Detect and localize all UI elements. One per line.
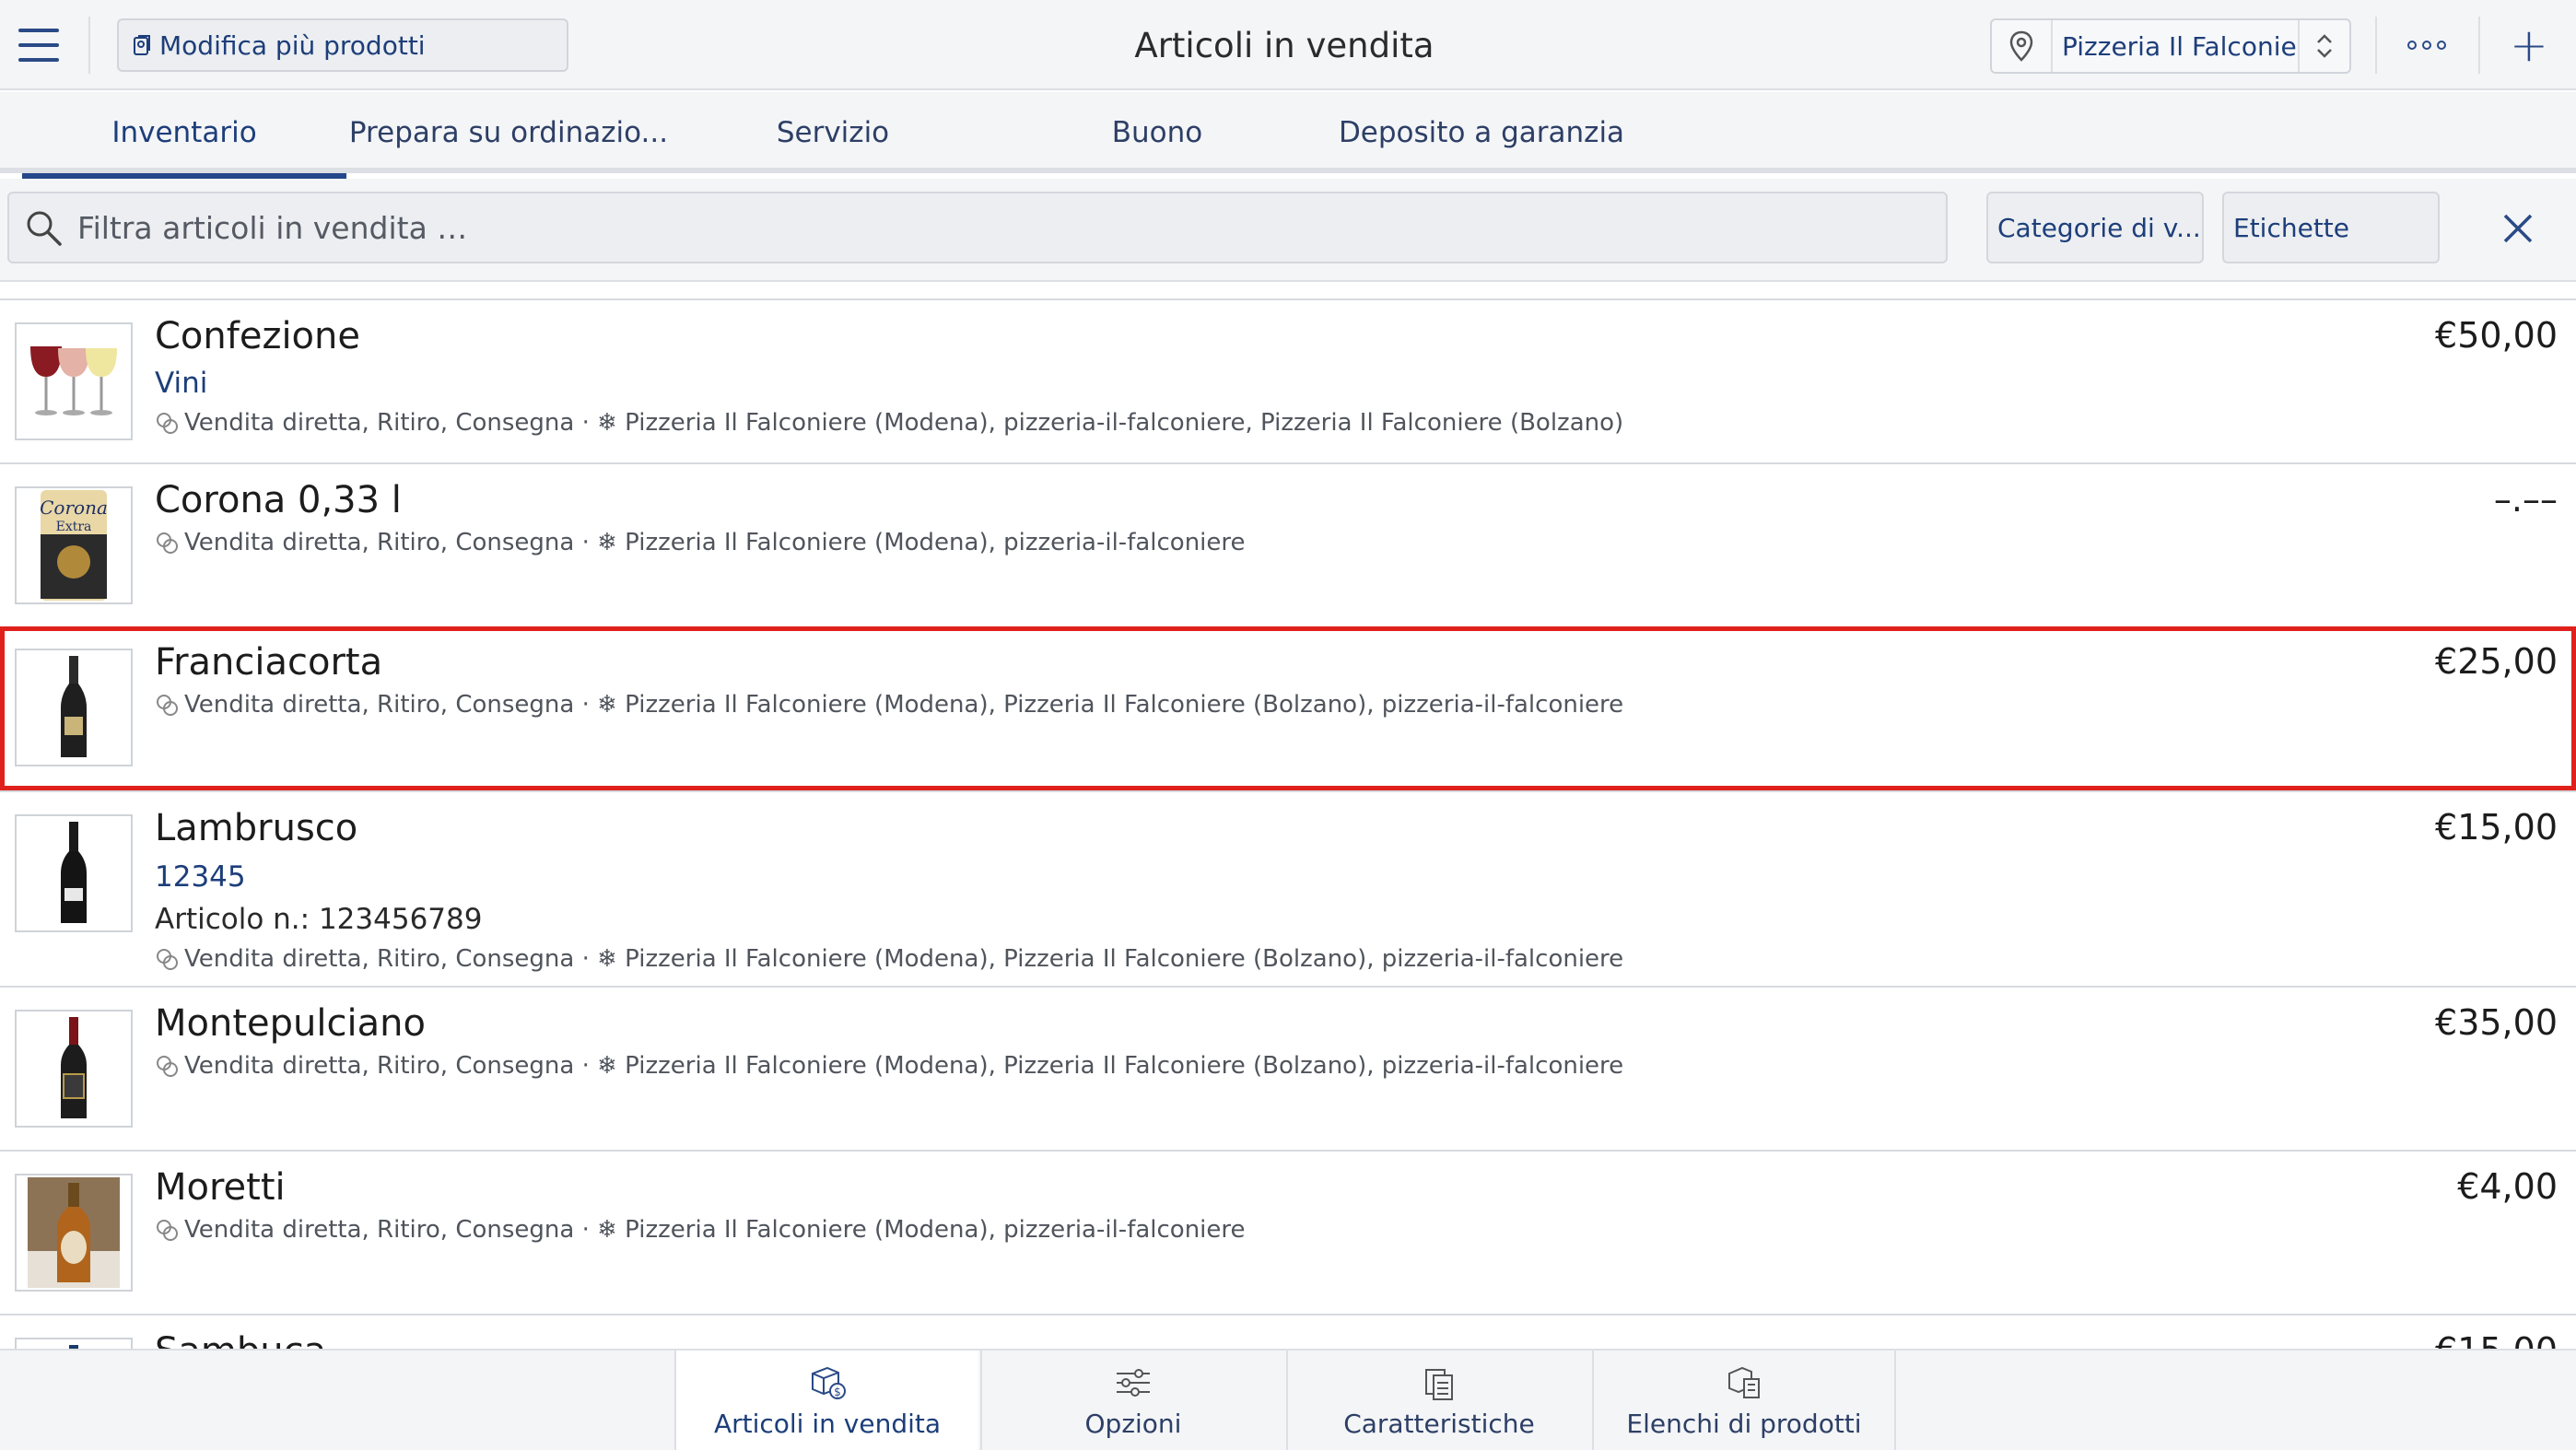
list-item[interactable]: Corona Extra Corona 0,33 l Vendita diret… — [0, 462, 2576, 626]
search-field[interactable] — [7, 192, 1948, 263]
product-list: Confezione Vini Vendita diretta, Ritiro,… — [0, 298, 2576, 1349]
product-price: €15,00 — [2435, 1330, 2558, 1349]
filter-bar: Categorie di v... Etichette — [0, 179, 2576, 282]
product-meta-text: Vendita diretta, Ritiro, Consegna · ❄ Pi… — [184, 1216, 1246, 1244]
search-input[interactable] — [77, 209, 1946, 246]
product-meta: Vendita diretta, Ritiro, Consegna · ❄ Pi… — [155, 1216, 1246, 1244]
product-name: Montepulciano — [155, 1002, 426, 1045]
category-tabs: Inventario Prepara su ordinazio... Servi… — [0, 92, 2576, 179]
product-meta-text: Vendita diretta, Ritiro, Consegna · ❄ Pi… — [184, 945, 1624, 973]
sliders-icon — [1117, 1368, 1150, 1397]
tab-buono[interactable]: Buono — [995, 92, 1319, 173]
tab-prepara-su-ordinazione[interactable]: Prepara su ordinazio... — [346, 92, 671, 173]
channels-icon — [157, 1056, 178, 1077]
product-image-red-wine-bottle — [15, 1010, 133, 1128]
more-dots-icon[interactable] — [2390, 25, 2464, 65]
box-coin-icon: $ — [812, 1366, 846, 1399]
product-meta: Vendita diretta, Ritiro, Consegna · ❄ Pi… — [155, 1052, 1623, 1080]
product-name: Lambrusco — [155, 807, 358, 849]
list-item[interactable]: Montepulciano Vendita diretta, Ritiro, C… — [0, 986, 2576, 1150]
product-price: €25,00 — [2435, 641, 2558, 682]
clipboard-icon — [1425, 1368, 1453, 1400]
nav-label: Caratteristiche — [1343, 1408, 1535, 1439]
svg-text:$: $ — [834, 1386, 841, 1398]
product-meta: Vendita diretta, Ritiro, Consegna · ❄ Pi… — [155, 409, 1623, 437]
tab-inventario[interactable]: Inventario — [22, 92, 346, 179]
product-category: 12345 — [155, 860, 246, 894]
product-meta-text: Vendita diretta, Ritiro, Consegna · ❄ Pi… — [184, 691, 1624, 719]
list-item[interactable]: Lambrusco 12345 Articolo n.: 123456789 V… — [0, 790, 2576, 986]
app: Modifica più prodotti Articoli in vendit… — [0, 0, 2576, 1450]
top-bar: Modifica più prodotti Articoli in vendit… — [0, 0, 2576, 90]
product-name: Sambuca — [155, 1330, 326, 1349]
nav-label: Elenchi di prodotti — [1626, 1408, 1862, 1439]
channels-icon — [157, 949, 178, 970]
product-name: Confezione — [155, 315, 360, 357]
bottom-navigation: $ Articoli in vendita Opzioni Caratteris… — [0, 1349, 2576, 1450]
product-name: Moretti — [155, 1166, 286, 1209]
product-name: Corona 0,33 l — [155, 479, 402, 521]
divider — [2478, 17, 2480, 74]
hamburger-menu-icon[interactable] — [17, 25, 61, 65]
tab-deposito-a-garanzia[interactable]: Deposito a garanzia — [1319, 92, 1644, 173]
nav-articoli-in-vendita[interactable]: $ Articoli in vendita — [674, 1351, 978, 1450]
channels-icon — [157, 532, 178, 554]
nav-elenchi-di-prodotti[interactable]: Elenchi di prodotti — [1592, 1351, 1896, 1450]
close-icon[interactable] — [2488, 203, 2548, 254]
product-image-sparkling-bottle — [15, 649, 133, 766]
tab-servizio[interactable]: Servizio — [671, 92, 995, 173]
tags-filter-button[interactable]: Etichette — [2222, 192, 2440, 263]
location-selector[interactable]: Pizzeria Il Falconie... — [1990, 18, 2351, 74]
divider — [2375, 17, 2377, 74]
svg-text:Corona: Corona — [40, 497, 108, 519]
nav-label: Articoli in vendita — [713, 1408, 942, 1439]
divider — [88, 17, 90, 74]
location-pin-icon — [1992, 20, 2053, 72]
edit-products-icon — [134, 35, 150, 55]
product-image-corona-can: Corona Extra — [15, 486, 133, 604]
box-list-icon — [1728, 1366, 1760, 1398]
list-item-selected[interactable]: Franciacorta Vendita diretta, Ritiro, Co… — [0, 626, 2576, 790]
product-price: €15,00 — [2435, 807, 2558, 848]
product-price: €4,00 — [2457, 1166, 2558, 1207]
product-meta-text: Vendita diretta, Ritiro, Consegna · ❄ Pi… — [184, 529, 1246, 556]
product-meta-text: Vendita diretta, Ritiro, Consegna · ❄ Pi… — [184, 409, 1624, 437]
product-image-liquor-bottle — [15, 1338, 133, 1349]
product-category: Vini — [155, 367, 208, 400]
product-price: –.–– — [2493, 479, 2558, 520]
product-article-number: Articolo n.: 123456789 — [155, 903, 483, 936]
product-name: Franciacorta — [155, 641, 383, 684]
channels-icon — [157, 413, 178, 434]
nav-label: Opzioni — [1084, 1408, 1182, 1439]
list-item[interactable]: Confezione Vini Vendita diretta, Ritiro,… — [0, 298, 2576, 462]
location-label: Pizzeria Il Falconie... — [2062, 30, 2298, 62]
location-stepper-icon[interactable] — [2298, 20, 2349, 72]
list-item[interactable]: Sambuca €15,00 — [0, 1314, 2576, 1349]
category-filter-button[interactable]: Categorie di v... — [1986, 192, 2204, 263]
channels-icon — [157, 695, 178, 716]
nav-opzioni[interactable]: Opzioni — [980, 1351, 1284, 1450]
edit-multiple-products-button[interactable]: Modifica più prodotti — [117, 18, 568, 72]
svg-text:Extra: Extra — [56, 520, 92, 534]
product-image-dark-bottle — [15, 814, 133, 932]
product-meta: Vendita diretta, Ritiro, Consegna · ❄ Pi… — [155, 691, 1623, 719]
channels-icon — [157, 1220, 178, 1241]
product-meta: Vendita diretta, Ritiro, Consegna · ❄ Pi… — [155, 529, 1246, 556]
product-image-beer-bottle — [15, 1174, 133, 1292]
nav-caratteristiche[interactable]: Caratteristiche — [1286, 1351, 1590, 1450]
product-price: €50,00 — [2435, 315, 2558, 356]
search-icon — [27, 211, 62, 246]
plus-icon[interactable]: + — [2497, 18, 2561, 72]
product-meta-text: Vendita diretta, Ritiro, Consegna · ❄ Pi… — [184, 1052, 1624, 1080]
edit-multiple-products-label: Modifica più prodotti — [159, 29, 426, 61]
product-meta: Vendita diretta, Ritiro, Consegna · ❄ Pi… — [155, 945, 1623, 973]
product-image-wine-glasses — [15, 322, 133, 440]
product-price: €35,00 — [2435, 1002, 2558, 1043]
page-title: Articoli in vendita — [1134, 25, 1434, 65]
list-item[interactable]: Moretti Vendita diretta, Ritiro, Consegn… — [0, 1150, 2576, 1314]
